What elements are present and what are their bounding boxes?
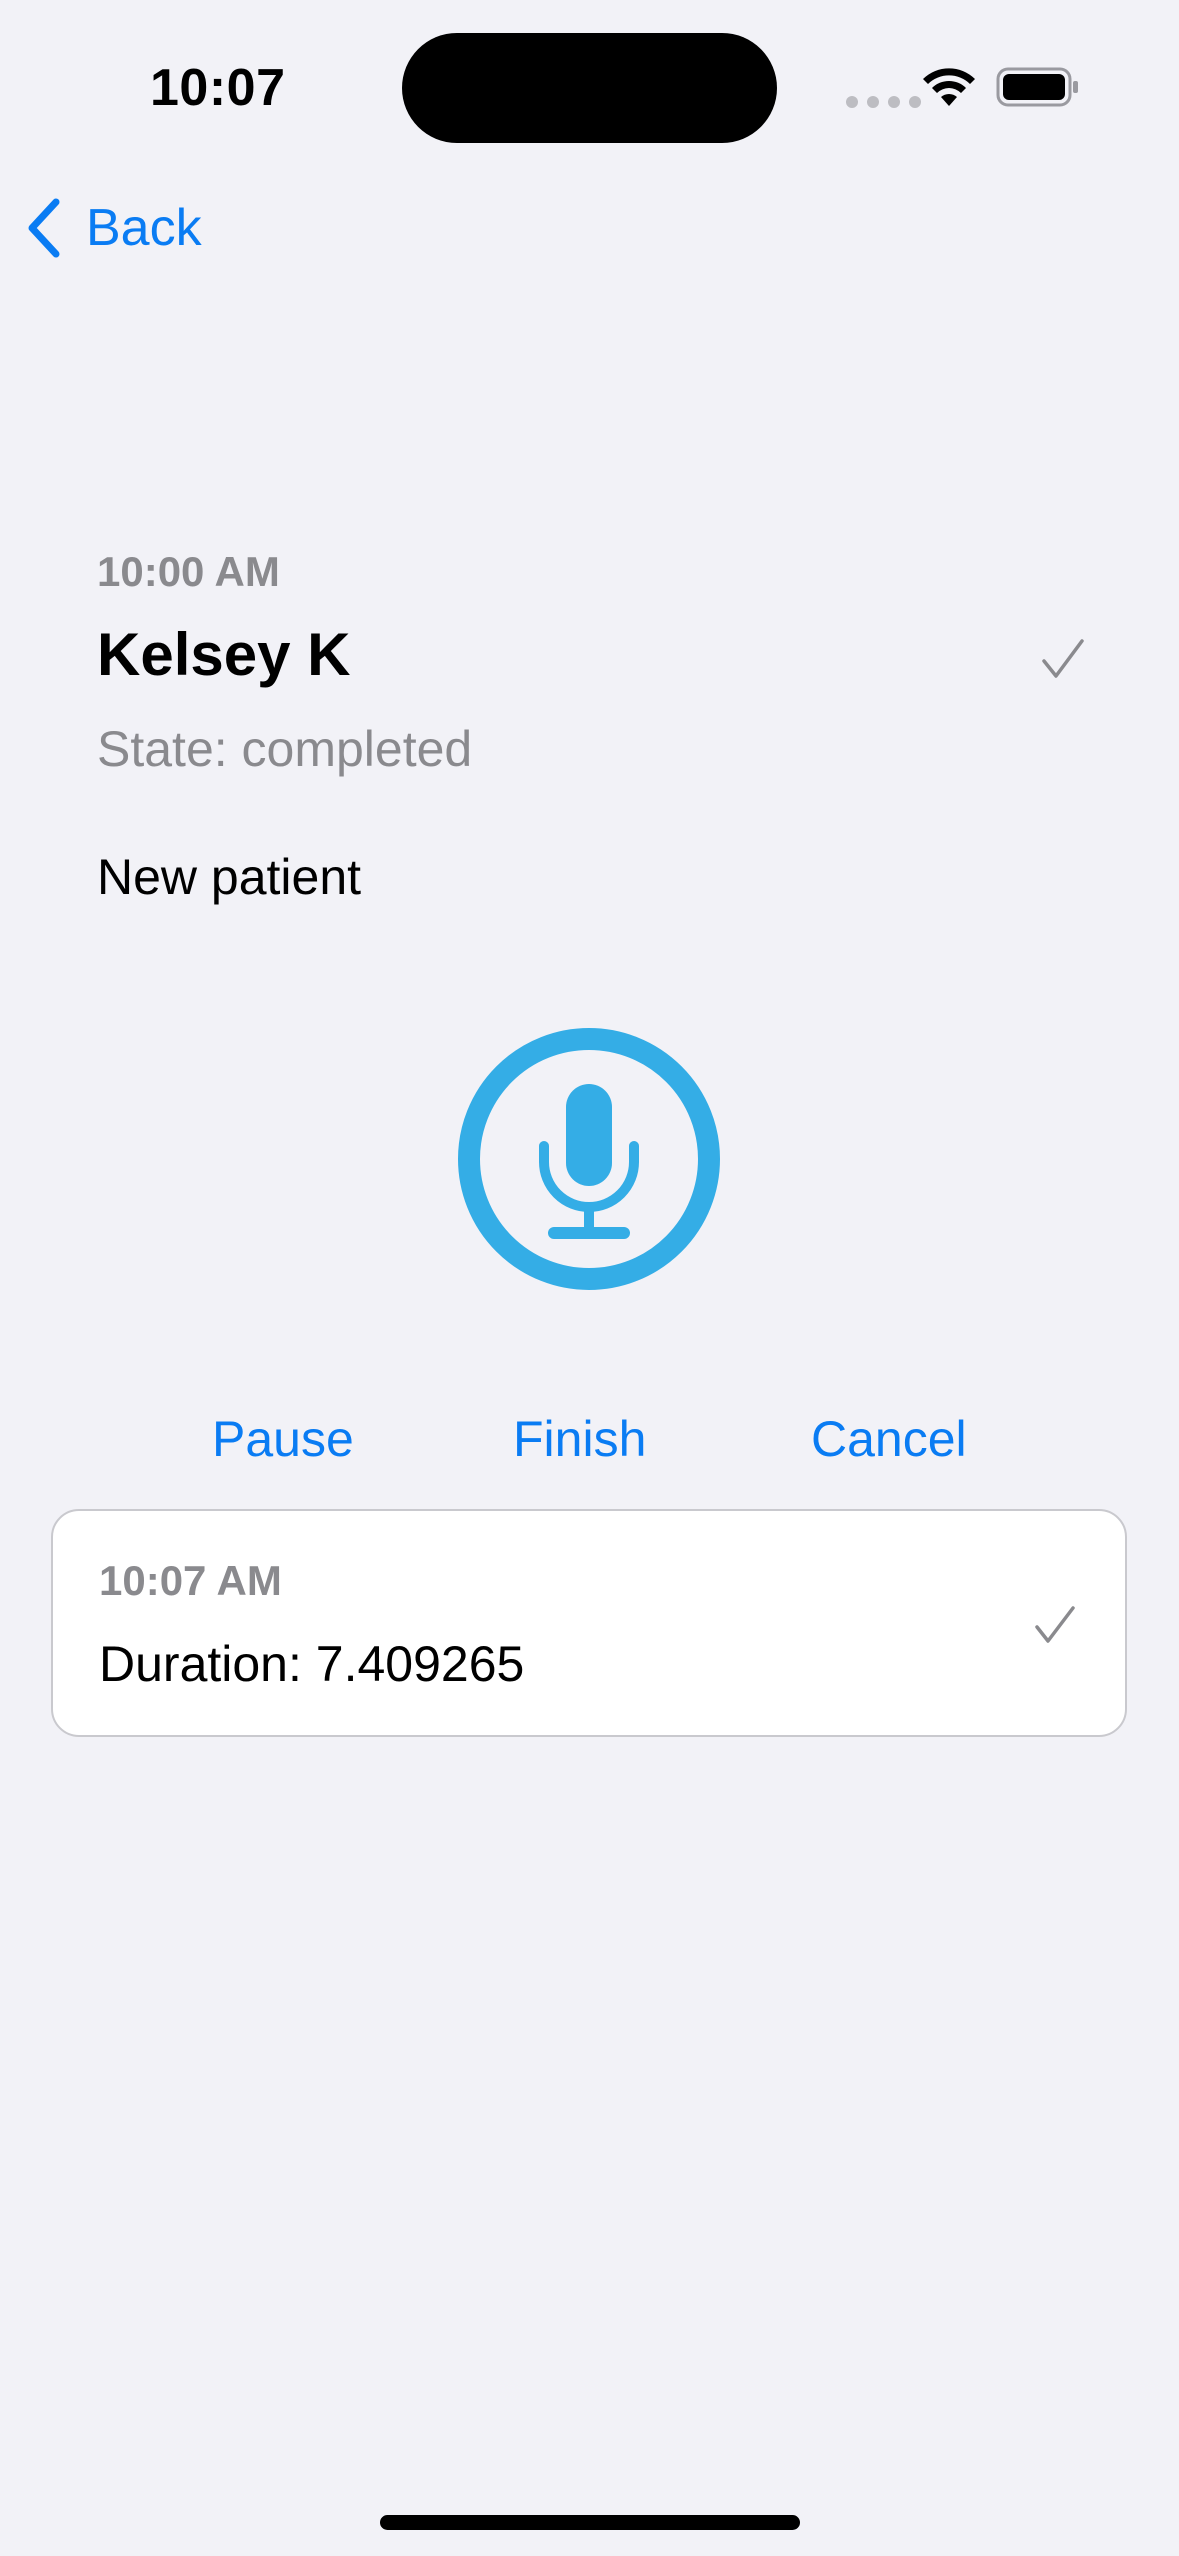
recorder-controls: Pause Finish Cancel — [0, 1410, 1179, 1480]
status-bar: 10:07 — [0, 0, 1179, 170]
chevron-left-icon — [28, 198, 60, 258]
cancel-button[interactable]: Cancel — [811, 1410, 967, 1468]
checkmark-icon — [1042, 639, 1084, 678]
checkmark-icon — [1035, 1606, 1075, 1643]
appointment-time: 10:00 AM — [97, 548, 280, 595]
recording-card[interactable]: 10:07 AM Duration: 7.409265 — [51, 1509, 1127, 1737]
finish-button[interactable]: Finish — [513, 1410, 646, 1468]
battery-icon — [996, 67, 1078, 107]
signal-dots-icon — [846, 96, 921, 108]
back-label: Back — [86, 199, 202, 257]
appointment-notes: New patient — [97, 849, 362, 905]
home-indicator[interactable] — [380, 2515, 800, 2530]
status-time: 10:07 — [150, 59, 286, 117]
pause-button[interactable]: Pause — [212, 1410, 354, 1468]
patient-name: Kelsey K — [97, 621, 351, 688]
wifi-icon — [923, 68, 975, 106]
dynamic-island — [402, 33, 777, 143]
microphone-icon[interactable] — [456, 1026, 722, 1292]
recording-duration: Duration: 7.409265 — [99, 1636, 525, 1692]
appointment-state: State: completed — [97, 721, 473, 777]
back-button[interactable]: Back — [24, 190, 202, 266]
recording-time: 10:07 AM — [99, 1557, 282, 1604]
